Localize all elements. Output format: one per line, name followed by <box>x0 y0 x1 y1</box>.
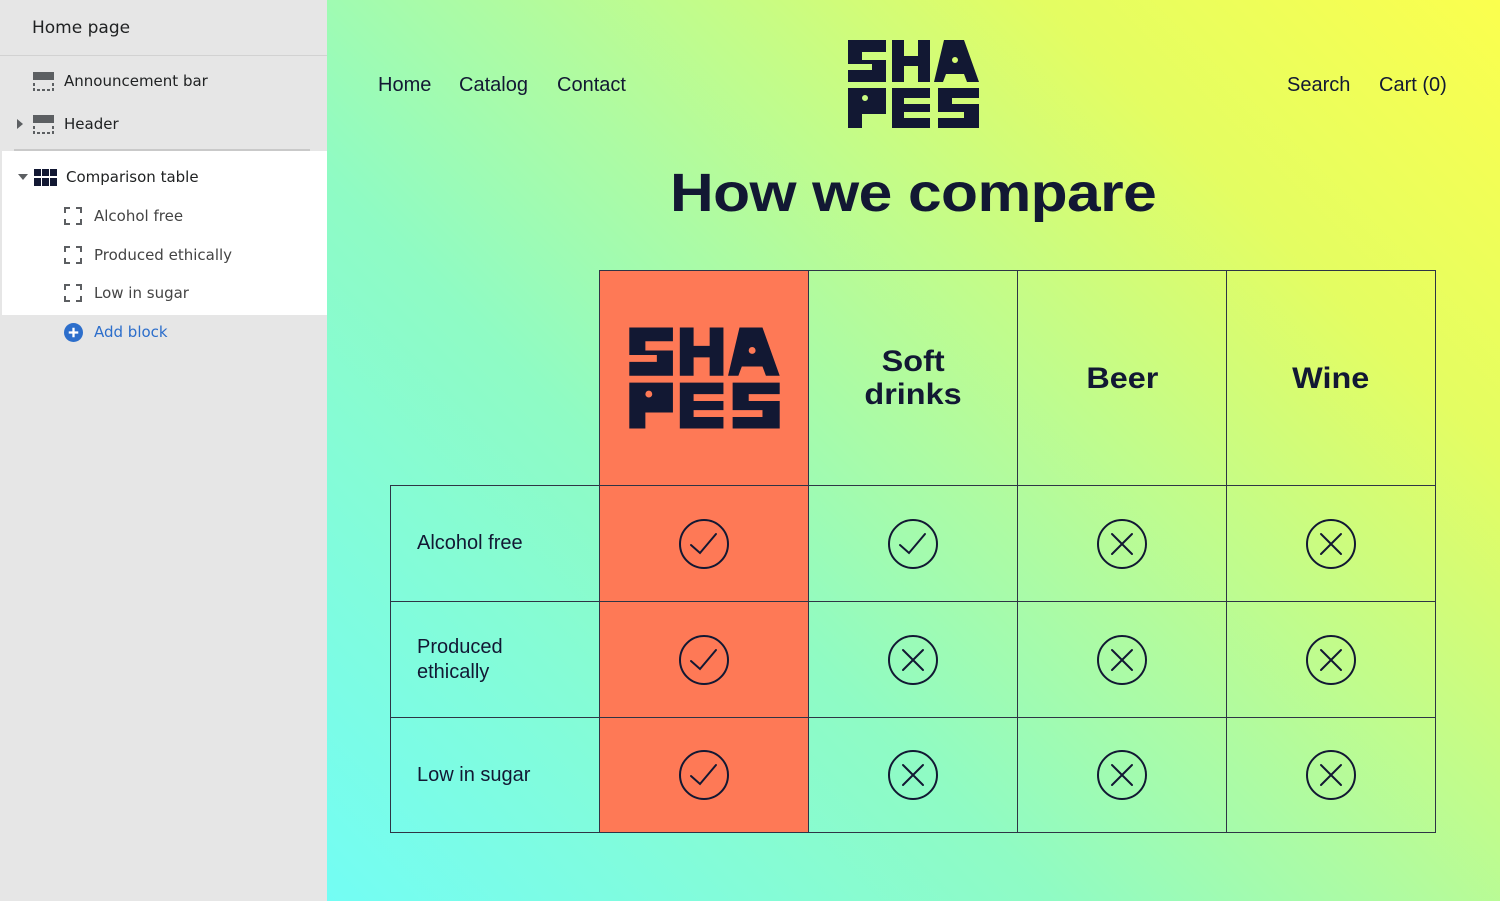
cross-circle-icon <box>1097 518 1147 569</box>
column-header-beer: Beer <box>1017 270 1227 486</box>
column-header-soft-drinks: Soft drinks <box>808 270 1018 486</box>
nav-link-cart[interactable]: Cart (0) <box>1379 74 1447 97</box>
collapse-caret-icon[interactable] <box>18 174 28 180</box>
column-header-wine: Wine <box>1226 270 1436 486</box>
add-block-button[interactable]: Add block <box>0 313 327 351</box>
nav-link-catalog[interactable]: Catalog <box>459 74 528 97</box>
sidebar-item-label: Announcement bar <box>64 72 208 90</box>
sidebar-item-label: Comparison table <box>66 168 199 186</box>
page-title: Home page <box>0 0 327 56</box>
comparison-cell <box>808 485 1018 602</box>
sidebar-item-label: Header <box>64 115 119 133</box>
comparison-cell <box>1017 717 1227 833</box>
sidebar-block-alcohol-free[interactable]: Alcohol free <box>0 197 327 235</box>
section-heading: How we compare <box>670 163 1157 223</box>
sidebar-block-low-in-sugar[interactable]: Low in sugar <box>0 274 327 312</box>
cross-circle-icon <box>1097 750 1147 800</box>
block-icon <box>64 284 82 302</box>
cross-circle-icon <box>1097 634 1147 685</box>
check-circle-icon <box>679 750 729 800</box>
section-layout-icon <box>33 71 54 91</box>
store-preview: Home Catalog Contact Search Cart (0) How… <box>327 0 1500 901</box>
row-label-low-in-sugar: Low in sugar <box>390 717 600 833</box>
column-header-shapes <box>599 270 809 486</box>
row-label-alcohol-free: Alcohol free <box>390 485 600 602</box>
comparison-cell <box>599 717 809 833</box>
shapes-logo-icon <box>34 168 57 186</box>
comparison-cell <box>1226 601 1436 718</box>
check-circle-icon <box>679 634 729 685</box>
comparison-cell <box>808 601 1018 718</box>
cross-circle-icon <box>888 634 938 685</box>
cross-circle-icon <box>1306 634 1356 685</box>
plus-circle-icon <box>64 322 83 342</box>
theme-editor-sidebar: Home page Announcement bar Header Compar… <box>0 0 327 901</box>
block-icon <box>64 207 82 225</box>
shapes-logo <box>628 327 780 429</box>
sidebar-item-label: Low in sugar <box>94 284 189 302</box>
check-circle-icon <box>888 518 938 569</box>
check-circle-icon <box>679 518 729 569</box>
row-label-produced-ethically: Produced ethically <box>390 601 600 718</box>
add-block-label: Add block <box>94 323 168 341</box>
cross-circle-icon <box>1306 518 1356 569</box>
sidebar-item-comparison-table[interactable]: Comparison table <box>0 158 327 196</box>
comparison-cell <box>1017 485 1227 602</box>
cross-circle-icon <box>1306 750 1356 800</box>
nav-link-home[interactable]: Home <box>378 74 431 97</box>
expand-caret-icon[interactable] <box>17 119 23 129</box>
comparison-cell <box>599 485 809 602</box>
sidebar-item-label: Produced ethically <box>94 246 233 264</box>
sidebar-item-header[interactable]: Header <box>0 105 327 143</box>
sidebar-item-label: Alcohol free <box>94 207 184 225</box>
section-layout-icon <box>33 114 54 134</box>
sidebar-item-announcement-bar[interactable]: Announcement bar <box>0 62 327 100</box>
comparison-cell <box>1017 601 1227 718</box>
cross-circle-icon <box>888 750 938 800</box>
block-icon <box>64 246 82 264</box>
sidebar-block-produced-ethically[interactable]: Produced ethically <box>0 236 327 274</box>
comparison-cell <box>1226 485 1436 602</box>
comparison-cell <box>808 717 1018 833</box>
nav-link-contact[interactable]: Contact <box>557 74 626 97</box>
shapes-logo[interactable] <box>846 38 981 130</box>
comparison-cell <box>599 601 809 718</box>
nav-link-search[interactable]: Search <box>1287 74 1350 97</box>
comparison-cell <box>1226 717 1436 833</box>
divider <box>14 149 310 151</box>
